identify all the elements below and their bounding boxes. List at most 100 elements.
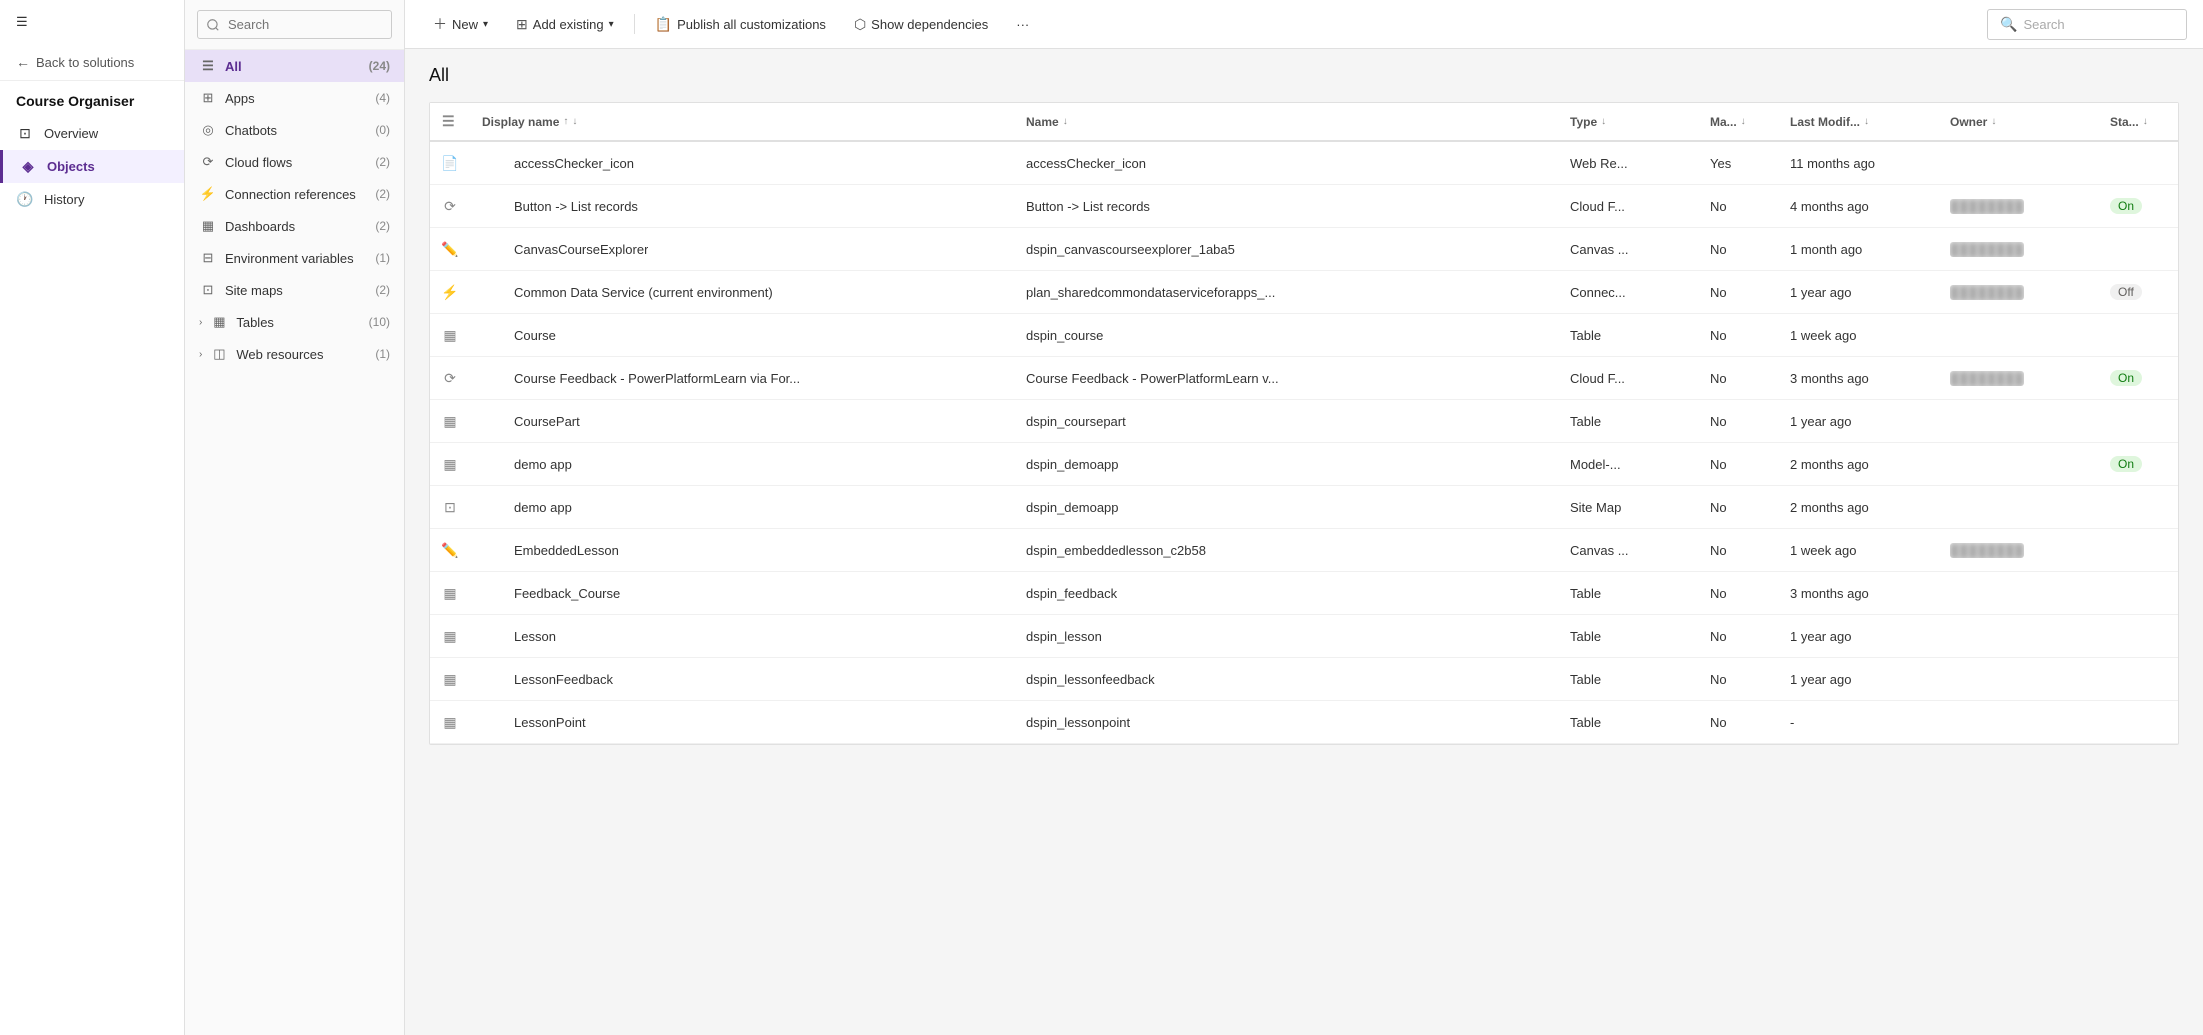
sub-panel-item-tables[interactable]: › ▦ Tables (10) [185,306,404,338]
dependencies-icon: ⬡ [854,16,866,33]
row-owner-cell [1938,658,2098,700]
row-status-cell [2098,529,2178,571]
row-owner-cell [1938,443,2098,485]
add-existing-label: Add existing [533,17,604,32]
hamburger-icon[interactable]: ☰ [0,0,184,44]
sub-panel-search-input[interactable] [197,10,392,39]
sub-panel-item-site_maps[interactable]: ⊡ Site maps (2) [185,274,404,306]
env_vars-count: (1) [375,251,390,265]
sidebar-item-history[interactable]: 🕐 History [0,183,184,216]
table-row[interactable]: ⊡ ⋮ demo app dspin_demoapp Site Map No 2… [430,486,2178,529]
table-row[interactable]: ⚡ ⋮ Common Data Service (current environ… [430,271,2178,314]
sub-panel-item-apps[interactable]: ⊞ Apps (4) [185,82,404,114]
row-icon-cell: ▦ [430,615,470,657]
sub-panel-item-cloud_flows[interactable]: ⟳ Cloud flows (2) [185,146,404,178]
sidebar-item-objects[interactable]: ◈ Objects [0,150,184,183]
row-status-cell [2098,572,2178,614]
table-row[interactable]: ⟳ ⋮ Button -> List records Button -> Lis… [430,185,2178,228]
row-managed: No [1710,457,1727,472]
row-display-name-cell: ⋮ EmbeddedLesson [470,529,1014,571]
row-status-cell: On [2098,185,2178,227]
th-display-name[interactable]: Display name ↑ ↓ [470,103,1014,140]
sub-panel-item-chatbots[interactable]: ◎ Chatbots (0) [185,114,404,146]
th-last-modified[interactable]: Last Modif... ↓ [1778,103,1938,140]
row-display-name-cell: ⋮ accessChecker_icon [470,142,1014,184]
add-existing-button[interactable]: ⊞ Add existing ▾ [504,10,626,39]
th-managed[interactable]: Ma... ↓ [1698,103,1778,140]
row-last-modified-cell: 4 months ago [1778,185,1938,227]
row-name-cell: Button -> List records [1014,185,1558,227]
sidebar-item-overview-label: Overview [44,126,98,141]
row-display-name: Button -> List records [514,199,638,214]
row-last-modified: - [1790,715,1794,730]
cloud_flows-label: Cloud flows [225,155,367,170]
row-name: dspin_lessonpoint [1026,715,1130,730]
row-last-modified: 3 months ago [1790,586,1869,601]
table-row[interactable]: ⟳ ⋮ Course Feedback - PowerPlatformLearn… [430,357,2178,400]
row-type-cell: Web Re... [1558,142,1698,184]
back-label: Back to solutions [36,55,134,70]
table-row[interactable]: ▦ ⋮ Feedback_Course dspin_feedback Table… [430,572,2178,615]
sub-panel-item-dashboards[interactable]: ▦ Dashboards (2) [185,210,404,242]
row-status-cell [2098,486,2178,528]
table-row[interactable]: ✏️ ⋮ CanvasCourseExplorer dspin_canvasco… [430,228,2178,271]
publish-button[interactable]: 📋 Publish all customizations [643,10,838,39]
sub-panel-item-env_vars[interactable]: ⊟ Environment variables (1) [185,242,404,274]
row-name: dspin_lessonfeedback [1026,672,1155,687]
row-display-name-cell: ⋮ demo app [470,486,1014,528]
th-owner[interactable]: Owner ↓ [1938,103,2098,140]
row-icon-cell: ▦ [430,701,470,743]
row-owner-cell [1938,314,2098,356]
row-name: dspin_embeddedlesson_c2b58 [1026,543,1206,558]
row-type-cell: Table [1558,572,1698,614]
row-type-icon: 📄 [441,155,458,172]
table-row[interactable]: ▦ ⋮ LessonPoint dspin_lessonpoint Table … [430,701,2178,744]
new-chevron-icon: ▾ [483,19,488,30]
row-type-cell: Table [1558,400,1698,442]
row-icon-cell: ⟳ [430,185,470,227]
sub-panel-item-web_resources[interactable]: › ◫ Web resources (1) [185,338,404,370]
dashboards-label: Dashboards [225,219,367,234]
back-to-solutions-link[interactable]: ← Back to solutions [0,44,184,81]
row-last-modified: 2 months ago [1790,457,1869,472]
row-display-name: demo app [514,500,572,515]
row-managed: Yes [1710,156,1731,171]
col-select-icon[interactable]: ☰ [442,113,455,130]
toolbar-separator [634,14,635,34]
table-row[interactable]: ▦ ⋮ LessonFeedback dspin_lessonfeedback … [430,658,2178,701]
row-owner-cell [1938,400,2098,442]
row-managed: No [1710,586,1727,601]
plus-icon: ＋ [433,14,447,34]
table-row[interactable]: ▦ ⋮ Lesson dspin_lesson Table No 1 year … [430,615,2178,658]
publish-icon: 📋 [655,16,672,33]
web_resources-label: Web resources [236,347,367,362]
row-status-cell: On [2098,357,2178,399]
row-last-modified: 2 months ago [1790,500,1869,515]
row-display-name-cell: ⋮ Button -> List records [470,185,1014,227]
th-name[interactable]: Name ↓ [1014,103,1558,140]
sub-panel-search-box[interactable] [185,0,404,50]
sub-panel-item-connection_refs[interactable]: ⚡ Connection references (2) [185,178,404,210]
sub-panel-item-all[interactable]: ☰ All (24) [185,50,404,82]
toolbar-search[interactable]: 🔍 Search [1987,9,2187,40]
row-display-name: EmbeddedLesson [514,543,619,558]
show-dependencies-button[interactable]: ⬡ Show dependencies [842,10,1000,39]
table-row[interactable]: ▦ ⋮ Course dspin_course Table No 1 week … [430,314,2178,357]
table-row[interactable]: 📄 ⋮ accessChecker_icon accessChecker_ico… [430,142,2178,185]
row-name: dspin_coursepart [1026,414,1126,429]
th-status[interactable]: Sta... ↓ [2098,103,2178,140]
web_resources-count: (1) [375,347,390,361]
new-button[interactable]: ＋ New ▾ [421,8,500,40]
org-name: Course Organiser [0,81,184,117]
row-managed-cell: No [1698,185,1778,227]
sidebar-item-overview[interactable]: ⊡ Overview [0,117,184,150]
row-name-cell: dspin_course [1014,314,1558,356]
table-row[interactable]: ▦ ⋮ CoursePart dspin_coursepart Table No… [430,400,2178,443]
overview-icon: ⊡ [16,125,34,142]
more-options-button[interactable]: ··· [1004,11,1041,38]
row-status-cell [2098,701,2178,743]
table-row[interactable]: ▦ ⋮ demo app dspin_demoapp Model-... No … [430,443,2178,486]
th-status-label: Sta... [2110,115,2139,129]
th-type[interactable]: Type ↓ [1558,103,1698,140]
table-row[interactable]: ✏️ ⋮ EmbeddedLesson dspin_embeddedlesson… [430,529,2178,572]
